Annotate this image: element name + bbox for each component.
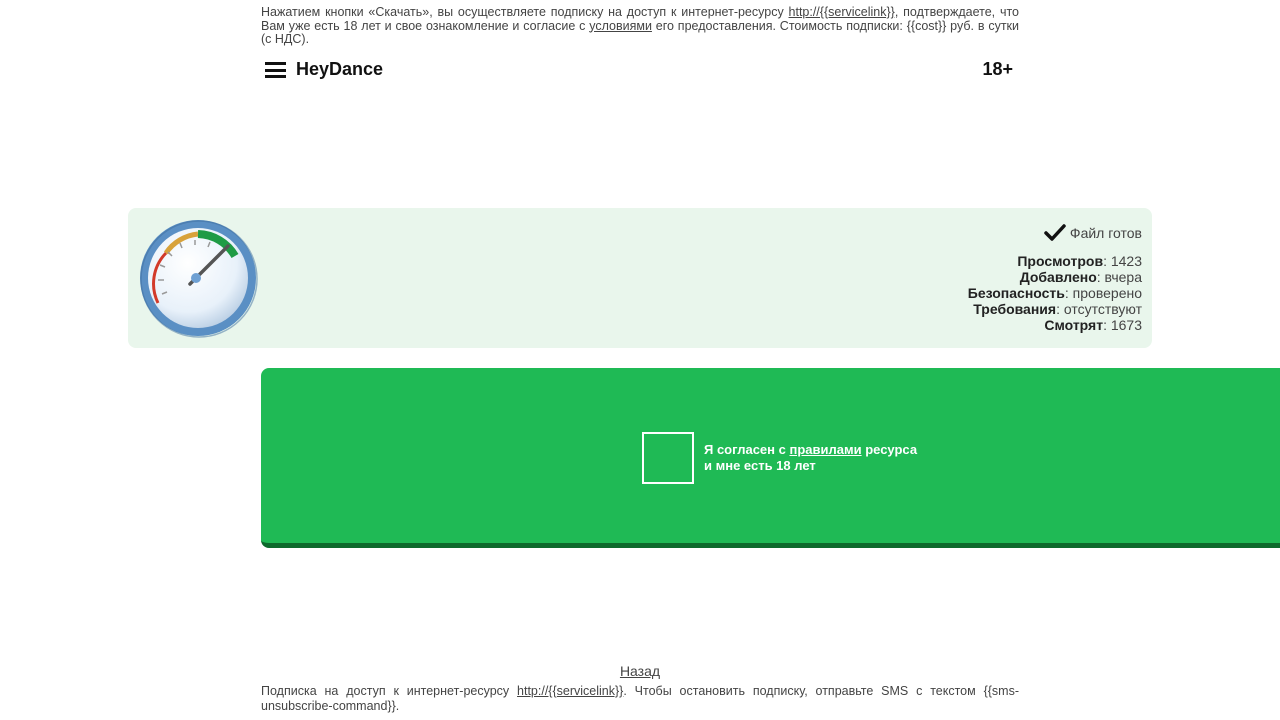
stat-watching: Смотрят: 1673 — [968, 317, 1142, 333]
agree-text-before: Я согласен с — [704, 442, 790, 457]
stat-label: Добавлено — [1019, 269, 1097, 285]
file-info-panel: Файл готов Просмотров: 1423 Добавлено: в… — [128, 208, 1152, 348]
back-link-container: Назад — [0, 663, 1280, 679]
header: HeyDance 18+ — [261, 56, 1019, 84]
bottom-disclaimer-text-1: Подписка на доступ к интернет-ресурсу — [261, 684, 518, 698]
terms-link[interactable]: условиями — [589, 19, 652, 33]
age-badge: 18+ — [982, 59, 1013, 79]
file-ready-label: Файл готов — [1069, 225, 1142, 241]
stat-views: Просмотров: 1423 — [968, 253, 1142, 269]
stat-value: : 1673 — [1103, 317, 1142, 333]
speedometer-icon — [140, 220, 258, 338]
stat-value: : проверено — [1064, 285, 1142, 301]
service-link-bottom[interactable]: http://{{servicelink}} — [517, 684, 623, 698]
checkmark-icon — [1044, 224, 1066, 241]
stat-value: : 1423 — [1103, 253, 1142, 269]
stat-label: Безопасность — [967, 285, 1065, 301]
stat-value: : отсутствуют — [1056, 301, 1142, 317]
agree-button[interactable]: Я согласен с правилами ресурса и мне ест… — [261, 368, 1280, 548]
agree-checkbox[interactable] — [642, 432, 694, 484]
back-link[interactable]: Назад — [620, 663, 660, 679]
agree-text-after: ресурса — [861, 442, 918, 457]
file-stats: Просмотров: 1423 Добавлено: вчера Безопа… — [968, 253, 1142, 333]
bottom-disclaimer: Подписка на доступ к интернет-ресурсу ht… — [261, 684, 1019, 714]
file-ready-status: Файл готов — [1044, 223, 1142, 243]
stat-label: Требования — [973, 301, 1057, 317]
stat-label: Просмотров — [1017, 253, 1104, 269]
stat-value: : вчера — [1096, 269, 1142, 285]
page: Нажатием кнопки «Скачать», вы осуществля… — [0, 0, 1280, 720]
hamburger-line — [265, 68, 286, 72]
stat-security: Безопасность: проверено — [968, 285, 1142, 301]
stat-added: Добавлено: вчера — [968, 269, 1142, 285]
service-link[interactable]: http://{{servicelink}} — [789, 5, 895, 19]
hamburger-line — [265, 62, 286, 65]
top-disclaimer: Нажатием кнопки «Скачать», вы осуществля… — [261, 5, 1019, 47]
hamburger-icon[interactable] — [265, 62, 286, 78]
agree-label: Я согласен с правилами ресурса и мне ест… — [704, 442, 917, 474]
stat-label: Смотрят — [1044, 317, 1104, 333]
brand-title[interactable]: HeyDance — [296, 59, 383, 80]
hamburger-line — [265, 75, 286, 78]
stat-requirements: Требования: отсутствуют — [968, 301, 1142, 317]
top-disclaimer-text-1: Нажатием кнопки «Скачать», вы осуществля… — [261, 5, 789, 19]
agree-text-line2: и мне есть 18 лет — [704, 458, 816, 473]
rules-link[interactable]: правилами — [789, 442, 861, 457]
